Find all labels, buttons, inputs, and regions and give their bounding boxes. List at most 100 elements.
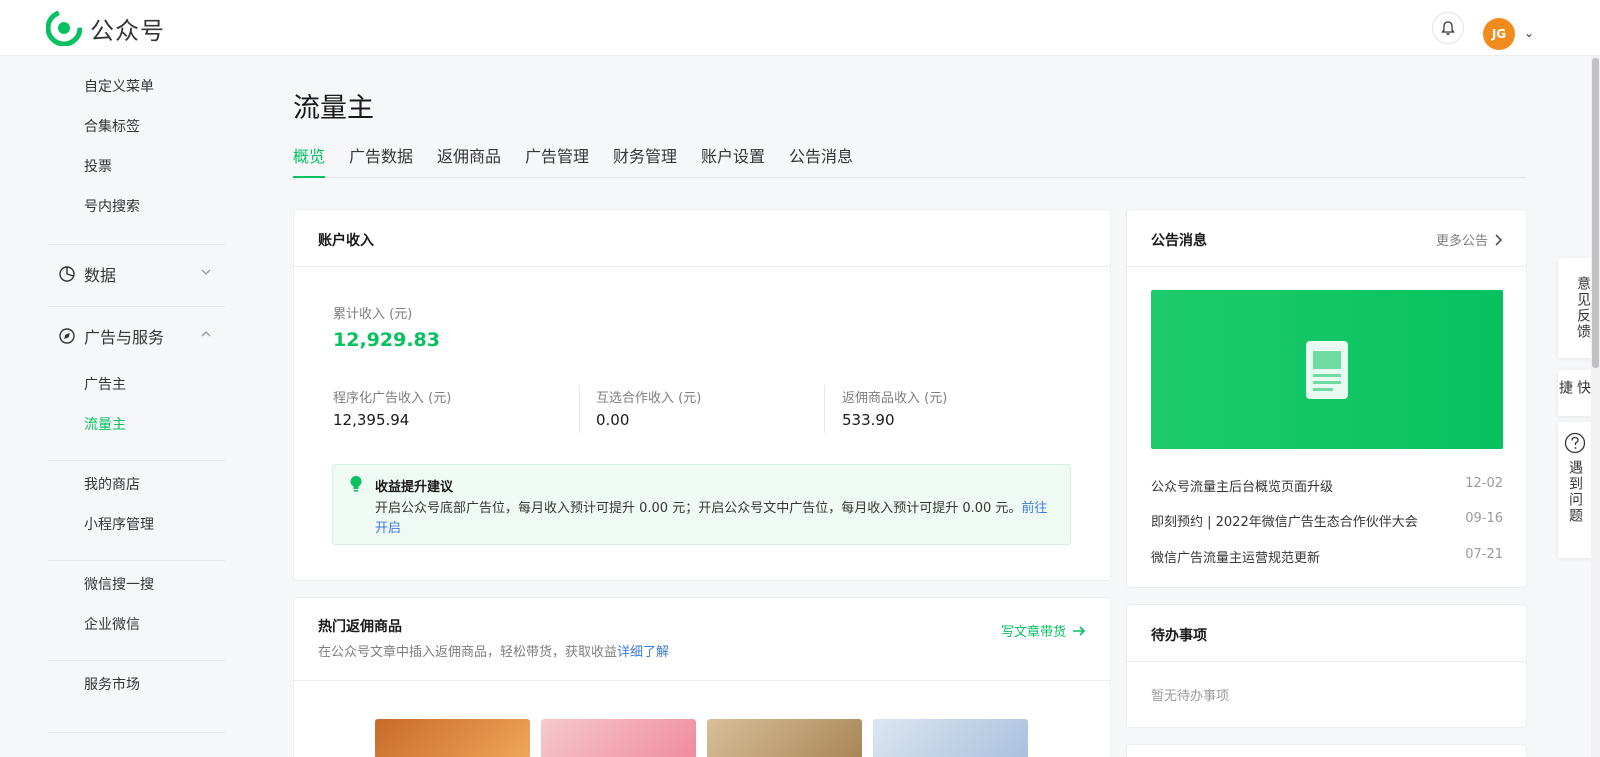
sidebar-item-search[interactable]: 号内搜索	[84, 196, 140, 216]
sidebar-item-service-market[interactable]: 服务市场	[84, 674, 140, 694]
tip-text: 开启公众号底部广告位，每月收入预计可提升 0.00 元；开启公众号文中广告位，每…	[375, 501, 1022, 516]
question-icon	[1564, 432, 1586, 454]
page-title: 流量主	[293, 93, 374, 124]
sidebar-item-wechat-search[interactable]: 微信搜一搜	[84, 574, 154, 594]
card-title: 公告消息	[1151, 233, 1207, 249]
product-thumbnail[interactable]	[873, 719, 1028, 757]
rebate-income-value: 533.90	[842, 411, 895, 429]
sidebar-item-collection-tags[interactable]: 合集标签	[84, 116, 140, 136]
avatar[interactable]: JG	[1483, 18, 1515, 50]
rebate-income-label: 返佣商品收入 (元)	[842, 391, 948, 406]
lightbulb-icon	[350, 476, 362, 492]
notice-text: 即刻预约 | 2022年微信广告生态合作伙伴大会	[1151, 515, 1418, 530]
sidebar-item-advertiser[interactable]: 广告主	[84, 374, 126, 394]
sidebar-item-wecom[interactable]: 企业微信	[84, 614, 140, 634]
tab-bar: 概览 广告数据 返佣商品 广告管理 财务管理 账户设置 公告消息	[293, 143, 1526, 178]
notices-card: 公告消息 更多公告 公众号流量主后台概览页面升级 12-02 即刻预约 | 20…	[1126, 209, 1527, 588]
divider	[48, 306, 225, 307]
notice-text: 微信广告流量主运营规范更新	[1151, 551, 1321, 566]
tab-ad-data[interactable]: 广告数据	[349, 143, 413, 178]
tab-overview[interactable]: 概览	[293, 143, 326, 178]
learn-more-link[interactable]: 详细了解	[617, 645, 669, 660]
product-thumbnail[interactable]	[541, 719, 696, 757]
write-article-label: 写文章带货	[1000, 625, 1066, 640]
notice-item[interactable]: 公众号流量主后台概览页面升级 12-02	[1151, 476, 1503, 495]
more-notices-label: 更多公告	[1435, 234, 1488, 249]
notice-item[interactable]: 即刻预约 | 2022年微信广告生态合作伙伴大会 09-16	[1151, 511, 1503, 530]
wechat-logo-icon	[46, 10, 82, 46]
product-thumbnail[interactable]	[375, 719, 530, 757]
chevron-down-icon[interactable]: ⌄	[1524, 26, 1534, 40]
tip-title: 收益提升建议	[375, 480, 454, 495]
card-title: 待办事项	[1151, 628, 1207, 644]
notice-text: 公众号流量主后台概览页面升级	[1151, 480, 1334, 495]
sidebar-group-label: 数据	[84, 266, 117, 285]
help-button[interactable]: 遇到问题	[1558, 422, 1592, 558]
card-header: 热门返佣商品 在公众号文章中插入返佣商品，轻松带货，获取收益详细了解 写文章带货	[294, 598, 1110, 681]
more-notices-link[interactable]: 更多公告	[1436, 230, 1502, 249]
todo-card: 待办事项 暂无待办事项	[1126, 604, 1527, 728]
sidebar-item-vote[interactable]: 投票	[84, 156, 112, 176]
tab-account-settings[interactable]: 账户设置	[701, 143, 765, 178]
income-tip-box: 收益提升建议 开启公众号底部广告位，每月收入预计可提升 0.00 元；开启公众号…	[332, 464, 1071, 545]
app-name: 公众号	[90, 16, 165, 45]
bell-icon	[1441, 21, 1455, 35]
subtitle-text: 在公众号文章中插入返佣商品，轻松带货，获取收益	[318, 645, 618, 660]
document-icon	[1306, 340, 1348, 399]
divider	[824, 385, 825, 433]
arrow-right-icon	[1073, 625, 1086, 636]
card-title: 热门返佣商品	[318, 619, 402, 635]
sidebar-item-custom-menu[interactable]: 自定义菜单	[84, 76, 154, 96]
logo[interactable]: 公众号	[46, 10, 165, 46]
tab-finance[interactable]: 财务管理	[613, 143, 677, 178]
todo-empty-text: 暂无待办事项	[1151, 689, 1230, 704]
help-label: 遇到问题	[1567, 460, 1583, 524]
quick-button[interactable]: 快捷	[1558, 370, 1592, 416]
tab-rebate-products[interactable]: 返佣商品	[437, 143, 501, 178]
notice-date: 07-21	[1465, 547, 1503, 562]
divider	[48, 732, 225, 733]
divider	[48, 244, 225, 245]
card	[1126, 744, 1527, 757]
divider	[48, 660, 225, 661]
mutual-income-value: 0.00	[596, 411, 630, 429]
tab-notices[interactable]: 公告消息	[789, 143, 853, 178]
tip-body: 开启公众号底部广告位，每月收入预计可提升 0.00 元；开启公众号文中广告位，每…	[375, 499, 1055, 539]
program-income-value: 12,395.94	[333, 411, 410, 429]
card-header: 待办事项	[1127, 605, 1526, 662]
chevron-down-icon[interactable]	[200, 266, 212, 278]
product-thumbnail[interactable]	[707, 719, 862, 757]
card-subtitle: 在公众号文章中插入返佣商品，轻松带货，获取收益详细了解	[318, 641, 669, 660]
write-article-button[interactable]: 写文章带货	[1001, 621, 1086, 640]
program-income-label: 程序化广告收入 (元)	[333, 391, 452, 406]
sidebar-item-my-store[interactable]: 我的商店	[84, 474, 140, 494]
notification-button[interactable]	[1432, 12, 1464, 44]
sidebar-group-data[interactable]: 数据	[58, 262, 116, 286]
tab-ad-management[interactable]: 广告管理	[525, 143, 589, 178]
pie-chart-icon	[59, 266, 75, 282]
sidebar: 自定义菜单 合集标签 投票 号内搜索 数据 广告与服务 广告主 流量主 我的商店…	[0, 56, 250, 757]
total-income-value: 12,929.83	[333, 329, 440, 351]
divider	[48, 560, 225, 561]
card-header: 公告消息 更多公告	[1127, 210, 1526, 267]
card-header: 账户收入	[294, 210, 1110, 267]
notice-banner[interactable]	[1151, 290, 1503, 449]
card-title: 账户收入	[318, 233, 374, 249]
notice-date: 09-16	[1465, 511, 1503, 526]
scrollbar-thumb[interactable]	[1592, 58, 1599, 368]
chevron-up-icon[interactable]	[200, 328, 212, 340]
notice-date: 12-02	[1465, 476, 1503, 491]
sidebar-group-label: 广告与服务	[84, 328, 165, 347]
sidebar-group-ads[interactable]: 广告与服务	[58, 324, 164, 348]
sidebar-item-mini-program[interactable]: 小程序管理	[84, 514, 154, 534]
chevron-right-icon	[1495, 234, 1502, 245]
total-income-label: 累计收入 (元)	[333, 307, 413, 322]
top-bar: 公众号 JG ⌄	[0, 0, 1600, 56]
sidebar-item-publisher[interactable]: 流量主	[84, 414, 126, 434]
divider	[579, 385, 580, 433]
feedback-button[interactable]: 意见反馈	[1558, 258, 1592, 358]
mutual-income-label: 互选合作收入 (元)	[596, 391, 702, 406]
divider	[48, 460, 225, 461]
compass-icon	[59, 328, 75, 344]
notice-item[interactable]: 微信广告流量主运营规范更新 07-21	[1151, 547, 1503, 566]
